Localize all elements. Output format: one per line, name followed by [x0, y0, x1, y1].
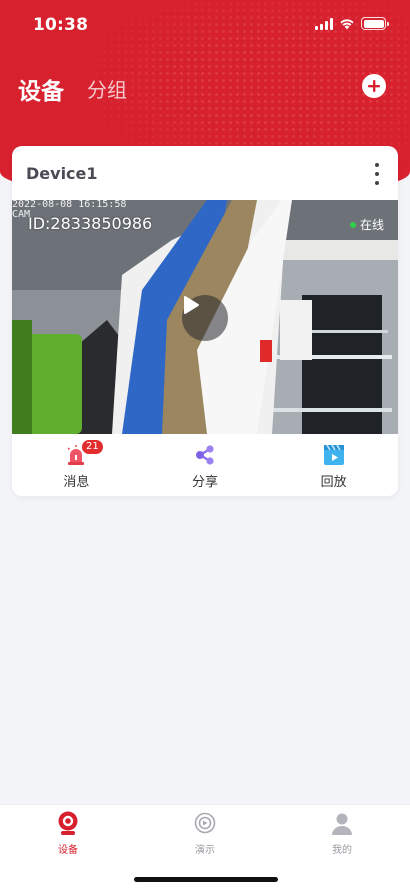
device-name: Device1: [26, 164, 98, 183]
online-status-label: 在线: [359, 218, 384, 232]
more-dot: [375, 172, 379, 176]
camera-icon: [58, 811, 78, 835]
share-icon: [196, 445, 214, 465]
wifi-icon: [340, 18, 354, 29]
share-button[interactable]: 分享: [141, 434, 270, 496]
status-time: 10:38: [33, 15, 89, 35]
demo-circle-icon: [194, 812, 216, 834]
tab-demo-label: 演示: [195, 845, 215, 856]
video-preview[interactable]: 2022-08-08 16:15:58 CAM ID:2833850986 在线: [12, 200, 398, 434]
status-bar: 10:38: [0, 0, 410, 50]
signal-icon: [315, 17, 333, 30]
more-options-button[interactable]: [370, 162, 384, 186]
tab-mine[interactable]: 我的: [302, 811, 382, 856]
add-device-button[interactable]: [362, 74, 386, 98]
tab-mine-label: 我的: [332, 845, 352, 856]
tab-demo[interactable]: 演示: [165, 811, 245, 856]
more-dot: [375, 181, 379, 185]
share-label: 分享: [192, 475, 219, 490]
page-title: 设备: [18, 79, 64, 105]
online-status: 在线: [349, 216, 384, 233]
messages-button[interactable]: 21 消息: [12, 434, 141, 496]
device-card: Device1 2022-08-08 16:15:58 CAM ID:28338…: [12, 146, 398, 496]
playback-clapper-icon: [323, 444, 344, 465]
tab-group[interactable]: 分组: [87, 74, 127, 103]
tab-devices-label: 设备: [58, 845, 78, 856]
playback-button[interactable]: 回放: [269, 434, 398, 496]
device-actions: 21 消息 分享 回放: [12, 434, 398, 496]
play-button[interactable]: [182, 295, 228, 341]
messages-label: 消息: [63, 475, 90, 490]
tab-devices[interactable]: 设备: [28, 811, 108, 856]
message-count-badge: 21: [82, 440, 103, 454]
device-card-header: Device1: [12, 146, 398, 200]
play-icon: [184, 296, 199, 314]
battery-icon: [361, 17, 389, 30]
more-dot: [375, 163, 379, 167]
playback-label: 回放: [320, 475, 347, 490]
status-icons: [315, 17, 389, 30]
plus-icon: [368, 80, 380, 92]
device-id: ID:2833850986: [28, 214, 153, 233]
user-icon: [332, 813, 352, 835]
online-dot-icon: [349, 221, 356, 228]
home-indicator: [134, 877, 278, 882]
